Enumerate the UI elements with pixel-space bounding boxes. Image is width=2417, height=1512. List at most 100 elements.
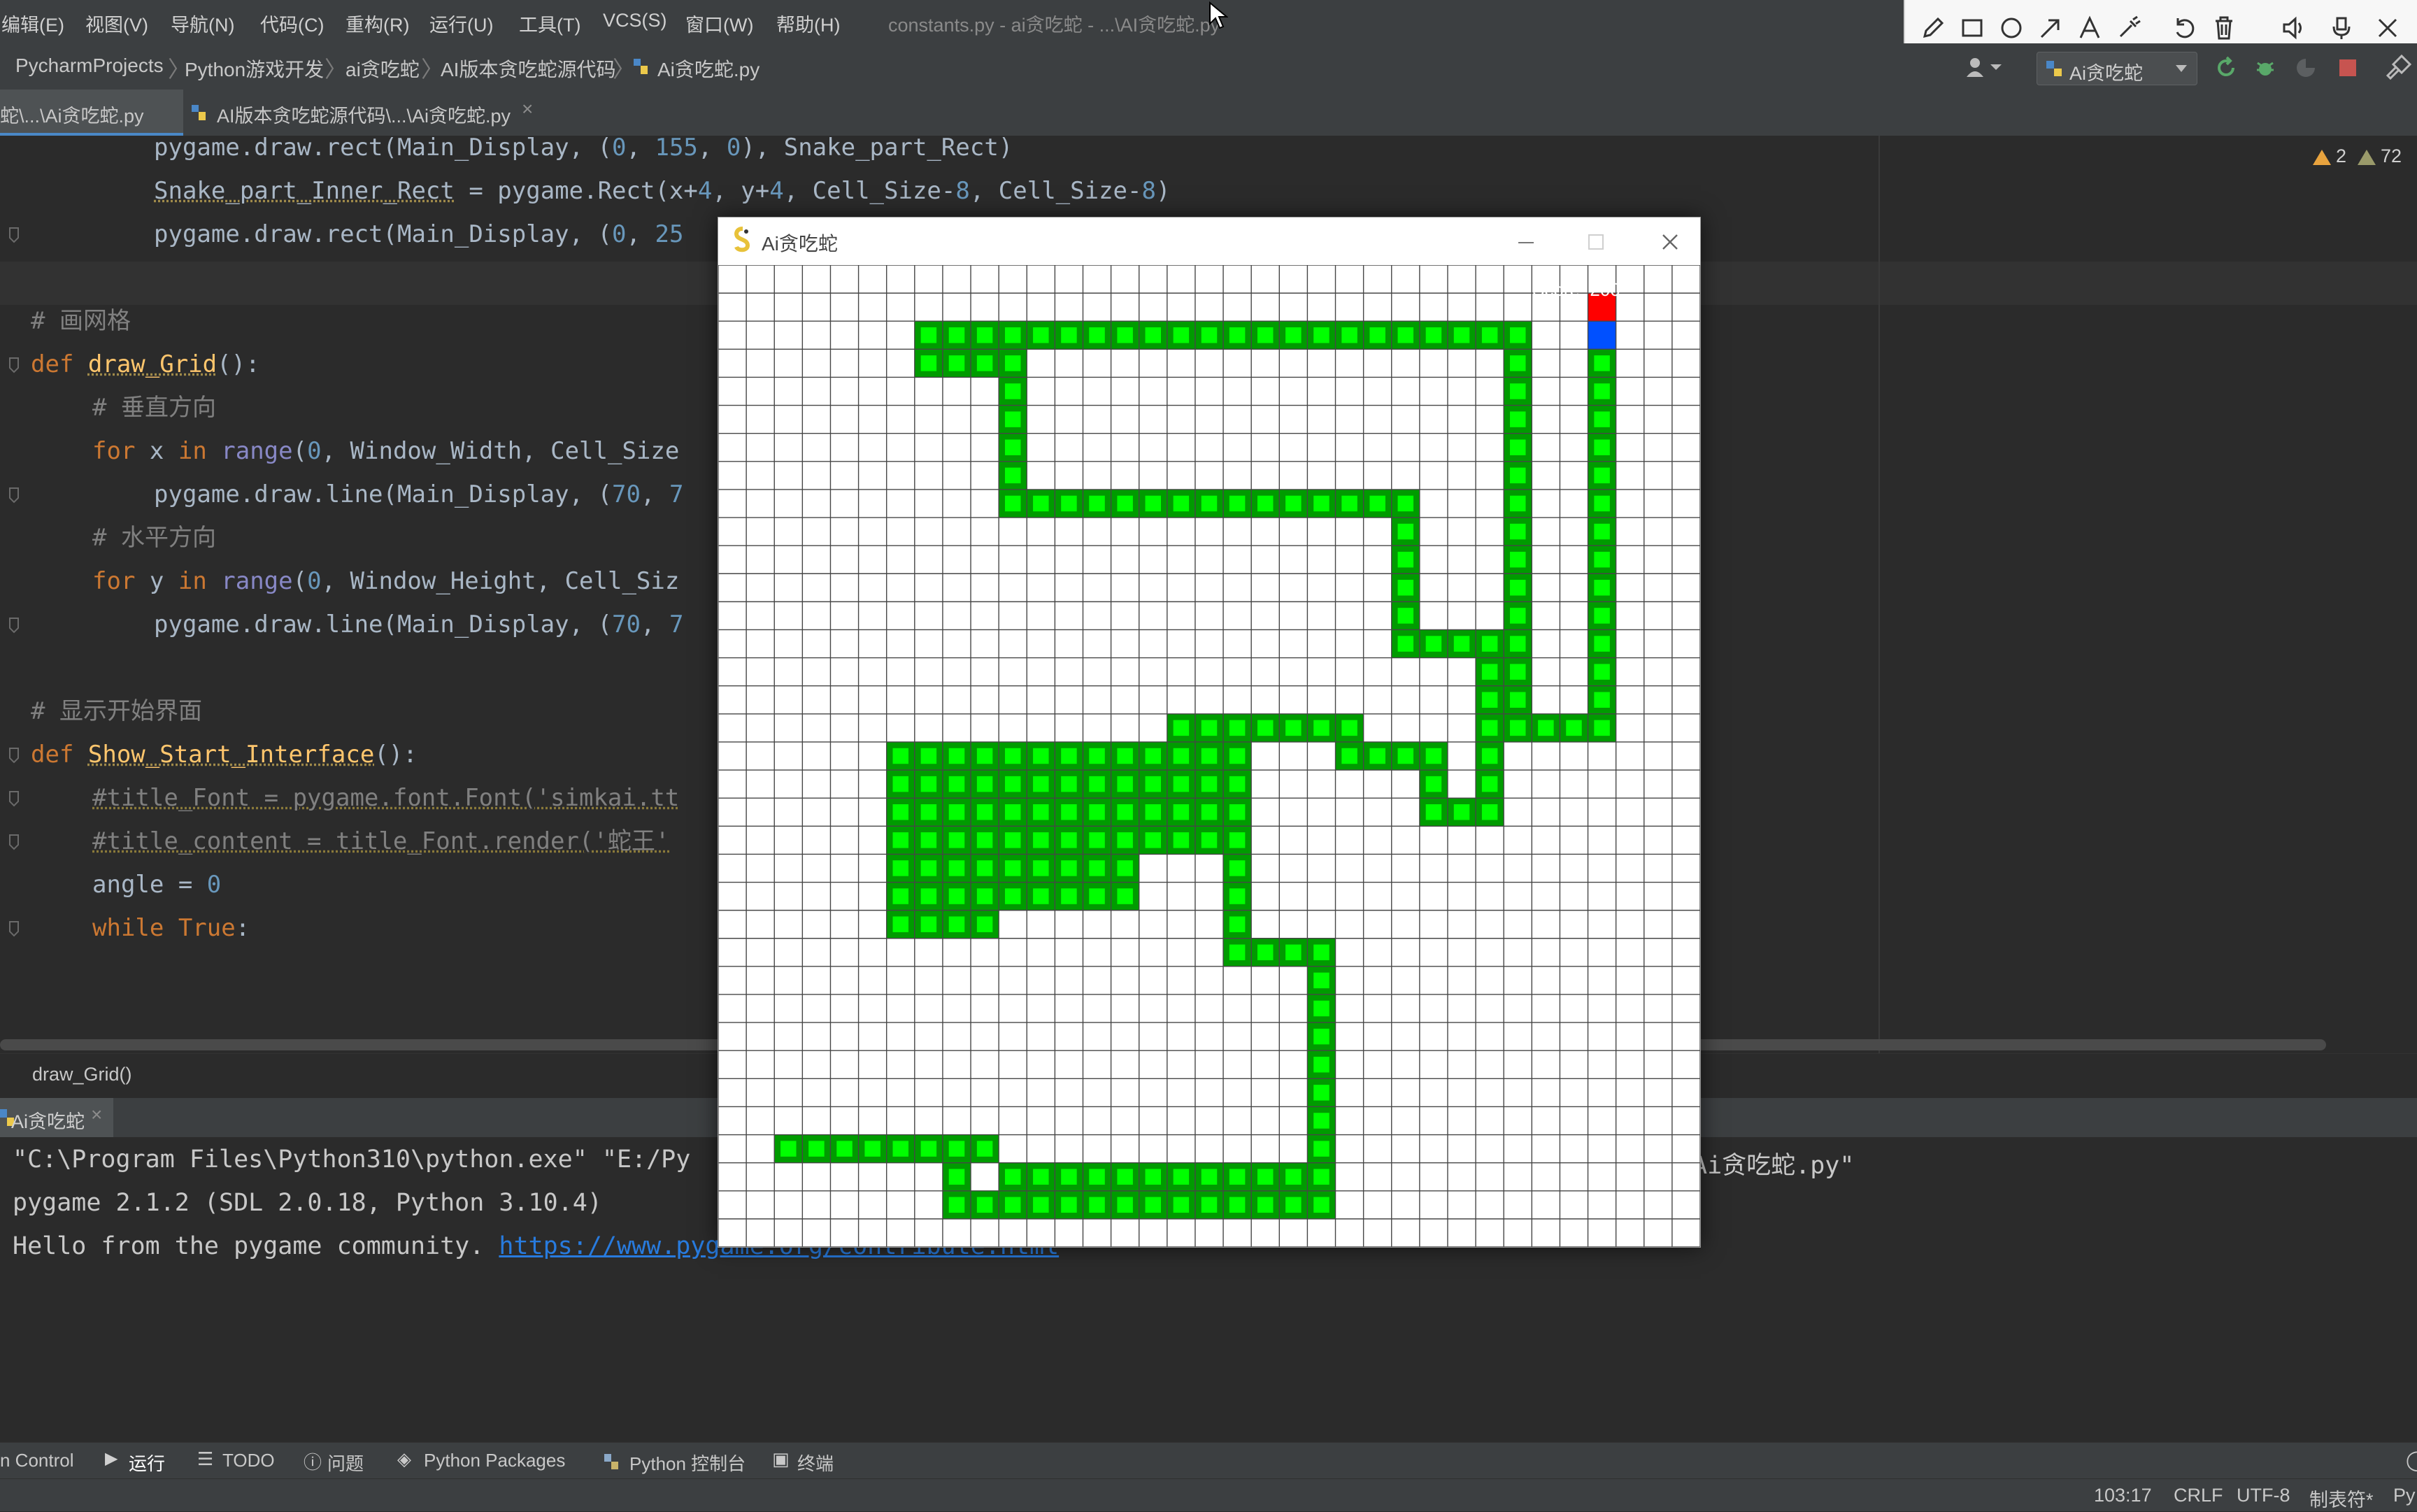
close-icon[interactable] bbox=[1660, 231, 1681, 252]
snake-segment bbox=[971, 798, 999, 826]
code-line: # 水平方向 bbox=[92, 516, 216, 559]
menu-window[interactable]: 窗口(W) bbox=[685, 10, 753, 37]
event-log-icon[interactable]: ◯ bbox=[2406, 1448, 2417, 1471]
menu-tools[interactable]: 工具(T) bbox=[519, 10, 580, 37]
run-configuration-selector[interactable]: Ai贪吃蛇 bbox=[2037, 52, 2197, 85]
menu-refactor[interactable]: 重构(R) bbox=[345, 10, 409, 37]
cursor-position[interactable]: 103:17 bbox=[2094, 1485, 2152, 1506]
run-tab[interactable]: Ai贪吃蛇 × bbox=[0, 1098, 113, 1137]
stop-icon[interactable] bbox=[2337, 57, 2358, 78]
snake-segment bbox=[915, 854, 943, 882]
menu-code[interactable]: 代码(C) bbox=[260, 10, 324, 37]
snake-segment bbox=[887, 911, 915, 939]
indent-setting[interactable]: 制表符* bbox=[2309, 1485, 2374, 1512]
tab-label: AI版本贪吃蛇源代码\...\Ai贪吃蛇.py bbox=[217, 101, 511, 128]
snake-segment bbox=[943, 1191, 971, 1219]
text-tool-icon[interactable] bbox=[2076, 14, 2104, 42]
maximize-icon[interactable] bbox=[1585, 231, 1606, 252]
breadcrumb-folder[interactable]: ai贪吃蛇 bbox=[345, 55, 420, 83]
fold-marker-icon[interactable] bbox=[7, 485, 21, 505]
snake-segment bbox=[1336, 714, 1364, 742]
code-token: 70 bbox=[612, 480, 641, 508]
fold-marker-icon[interactable] bbox=[7, 919, 21, 939]
undo-icon[interactable] bbox=[2171, 14, 2199, 42]
code-token: draw_Grid bbox=[88, 350, 217, 378]
snake-segment bbox=[1195, 321, 1223, 349]
fold-marker-icon[interactable] bbox=[7, 746, 21, 765]
menu-vcs[interactable]: VCS(S) bbox=[603, 10, 667, 31]
rerun-icon[interactable] bbox=[2214, 56, 2238, 80]
python-file-icon bbox=[631, 56, 650, 77]
run-tab-close-icon[interactable]: × bbox=[91, 1104, 102, 1126]
rectangle-icon[interactable] bbox=[1958, 14, 1986, 42]
game-window[interactable]: Ai贪吃蛇 Score: 200 bbox=[718, 217, 1701, 1248]
snake-segment bbox=[1195, 714, 1223, 742]
snake-segment bbox=[943, 1163, 971, 1191]
code-token: # 画网格 bbox=[31, 307, 131, 335]
circle-icon[interactable] bbox=[1997, 14, 2025, 42]
code-line: #title_content = title_Font.render('蛇王' bbox=[92, 820, 669, 863]
tool-terminal[interactable]: 终端 bbox=[797, 1450, 834, 1476]
microphone-icon[interactable] bbox=[2327, 14, 2355, 42]
menu-edit[interactable]: 编辑(E) bbox=[1, 10, 64, 37]
fold-marker-icon[interactable] bbox=[7, 832, 21, 852]
snake-segment bbox=[887, 742, 915, 770]
code-line: # 显示开始界面 bbox=[31, 690, 202, 733]
tool-python-packages[interactable]: Python Packages bbox=[424, 1450, 565, 1471]
arrow-icon[interactable] bbox=[2037, 14, 2065, 42]
snake-segment bbox=[1307, 967, 1335, 994]
fold-marker-icon[interactable] bbox=[7, 615, 21, 635]
menu-help[interactable]: 帮助(H) bbox=[776, 10, 840, 37]
fold-marker-icon[interactable] bbox=[7, 789, 21, 808]
snake-segment bbox=[1307, 1050, 1335, 1078]
line-ending[interactable]: CRLF bbox=[2174, 1485, 2223, 1506]
breadcrumb-folder[interactable]: AI版本贪吃蛇源代码 bbox=[441, 55, 615, 83]
trash-icon[interactable] bbox=[2210, 14, 2238, 42]
close-icon[interactable] bbox=[2374, 14, 2402, 42]
game-title-bar[interactable]: Ai贪吃蛇 bbox=[718, 217, 1700, 265]
breadcrumb-folder[interactable]: Python游戏开发 bbox=[185, 55, 324, 83]
tab-close-icon[interactable]: × bbox=[522, 98, 533, 120]
snake-segment bbox=[1476, 770, 1504, 798]
pencil-icon[interactable] bbox=[1919, 14, 1947, 42]
snake-segment bbox=[1588, 573, 1616, 601]
file-encoding[interactable]: UTF-8 bbox=[2237, 1485, 2290, 1506]
snake-segment bbox=[1055, 321, 1083, 349]
coverage-icon[interactable] bbox=[2294, 56, 2318, 80]
breadcrumb-separator: 〉 bbox=[325, 52, 347, 84]
snake-segment bbox=[971, 349, 999, 377]
snake-segment bbox=[999, 798, 1027, 826]
tool-version-control[interactable]: n Control bbox=[0, 1450, 74, 1471]
snake-segment bbox=[1223, 321, 1251, 349]
game-canvas[interactable]: Score: 200 bbox=[718, 265, 1700, 1247]
user-icon[interactable] bbox=[1965, 56, 2004, 78]
snake-segment bbox=[1223, 1191, 1251, 1219]
plugin-icon[interactable] bbox=[2383, 55, 2411, 80]
snake-segment bbox=[1307, 1022, 1335, 1050]
tool-todo[interactable]: TODO bbox=[222, 1450, 275, 1471]
snake-segment bbox=[1307, 1078, 1335, 1106]
tool-python-console[interactable]: Python 控制台 bbox=[629, 1450, 746, 1476]
breadcrumb-file[interactable]: Ai贪吃蛇.py bbox=[657, 55, 760, 83]
debug-icon[interactable] bbox=[2253, 56, 2277, 80]
code-token: , bbox=[627, 134, 655, 162]
highlighter-icon[interactable] bbox=[2115, 14, 2143, 42]
snake-segment bbox=[943, 798, 971, 826]
speaker-icon[interactable] bbox=[2280, 14, 2308, 42]
code-token: : bbox=[236, 914, 250, 942]
minimize-icon[interactable] bbox=[1516, 231, 1537, 252]
tool-run[interactable]: 运行 bbox=[129, 1450, 165, 1476]
fold-marker-icon[interactable] bbox=[7, 225, 21, 245]
menu-navigate[interactable]: 导航(N) bbox=[171, 10, 234, 37]
snake-segment bbox=[887, 826, 915, 854]
snake-segment bbox=[1083, 798, 1111, 826]
menu-view[interactable]: 视图(V) bbox=[85, 10, 148, 37]
breadcrumb-project[interactable]: PycharmProjects bbox=[15, 55, 164, 77]
tool-problems[interactable]: 问题 bbox=[327, 1450, 364, 1476]
menu-run[interactable]: 运行(U) bbox=[429, 10, 493, 37]
python-interpreter[interactable]: Py bbox=[2393, 1485, 2416, 1506]
editor-breadcrumb[interactable]: draw_Grid() bbox=[32, 1064, 132, 1085]
code-token: (): bbox=[374, 741, 417, 769]
fold-marker-icon[interactable] bbox=[7, 355, 21, 375]
inspection-widget[interactable]: 2 72 bbox=[2312, 144, 2417, 172]
